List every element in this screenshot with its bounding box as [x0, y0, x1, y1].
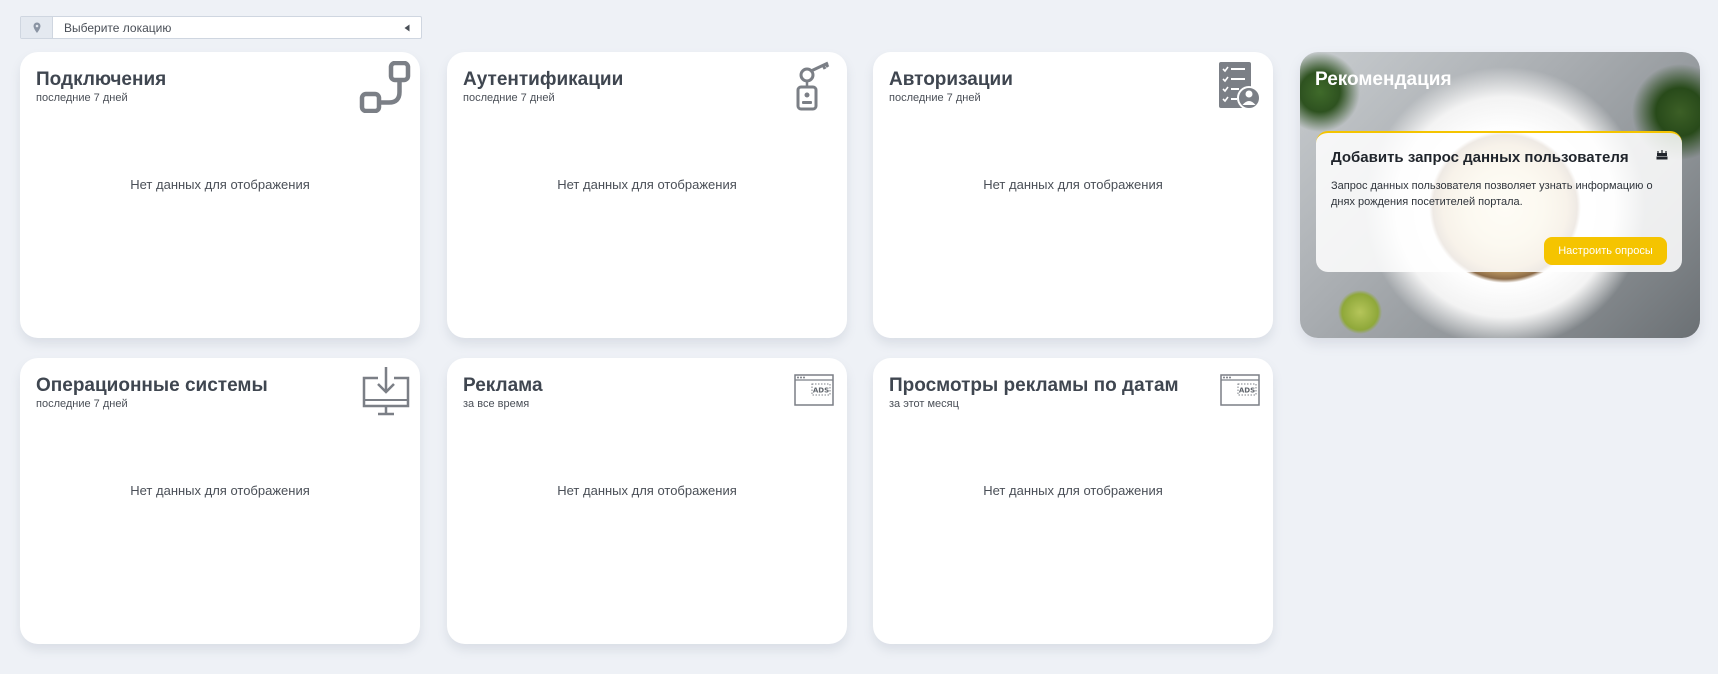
operating-systems-card: Операционные системы последние 7 дней Не… — [20, 358, 420, 644]
card-subtitle: за все время — [463, 398, 530, 410]
card-title: Операционные системы — [36, 375, 268, 396]
badge-key-icon — [795, 61, 833, 116]
card-subtitle: за этот месяц — [889, 398, 959, 410]
card-subtitle: последние 7 дней — [36, 92, 128, 104]
empty-state-text: Нет данных для отображения — [130, 177, 310, 192]
location-placeholder: Выберите локацию — [64, 20, 172, 35]
empty-state-text: Нет данных для отображения — [557, 177, 737, 192]
recommendation-panel-text: Запрос данных пользователя позволяет узн… — [1331, 180, 1653, 208]
connections-card: Подключения последние 7 дней Нет данных … — [20, 52, 420, 338]
location-select[interactable]: Выберите локацию — [20, 16, 422, 39]
empty-state-text: Нет данных для отображения — [557, 483, 737, 498]
card-subtitle: последние 7 дней — [889, 92, 981, 104]
recommendation-title: Рекомендация — [1315, 69, 1452, 90]
monitor-download-icon — [362, 366, 410, 421]
configure-surveys-button[interactable]: Настроить опросы — [1544, 237, 1667, 265]
empty-state-text: Нет данных для отображения — [983, 483, 1163, 498]
recommendation-panel-title: Добавить запрос данных пользователя — [1331, 149, 1629, 166]
caret-left-icon[interactable] — [399, 17, 415, 38]
svg-text:ADS: ADS — [1239, 387, 1255, 395]
map-pin-icon — [21, 17, 53, 38]
svg-text:ADS: ADS — [813, 387, 829, 395]
card-title: Авторизации — [889, 69, 1013, 90]
card-title: Аутентификации — [463, 69, 624, 90]
recommendation-panel: Добавить запрос данных пользователя Запр… — [1316, 131, 1682, 272]
empty-state-text: Нет данных для отображения — [983, 177, 1163, 192]
ads-window-icon: ADS — [1220, 374, 1260, 411]
authorizations-card: Авторизации последние 7 дней Нет данных … — [873, 52, 1273, 338]
card-subtitle: последние 7 дней — [463, 92, 555, 104]
cake-icon — [1656, 147, 1668, 165]
authentications-card: Аутентификации последние 7 дней Нет данн… — [447, 52, 847, 338]
ads-window-icon: ADS — [794, 374, 834, 411]
empty-state-text: Нет данных для отображения — [130, 483, 310, 498]
card-title: Реклама — [463, 375, 543, 396]
checklist-user-icon — [1217, 60, 1261, 115]
ads-card: Реклама за все время Нет данных для отоб… — [447, 358, 847, 644]
card-title: Просмотры рекламы по датам — [889, 375, 1179, 396]
recommendation-card: Рекомендация Добавить запрос данных поль… — [1300, 52, 1700, 338]
ad-views-by-date-card: Просмотры рекламы по датам за этот месяц… — [873, 358, 1273, 644]
connections-icon — [359, 60, 411, 118]
card-subtitle: последние 7 дней — [36, 398, 128, 410]
card-title: Подключения — [36, 69, 167, 90]
